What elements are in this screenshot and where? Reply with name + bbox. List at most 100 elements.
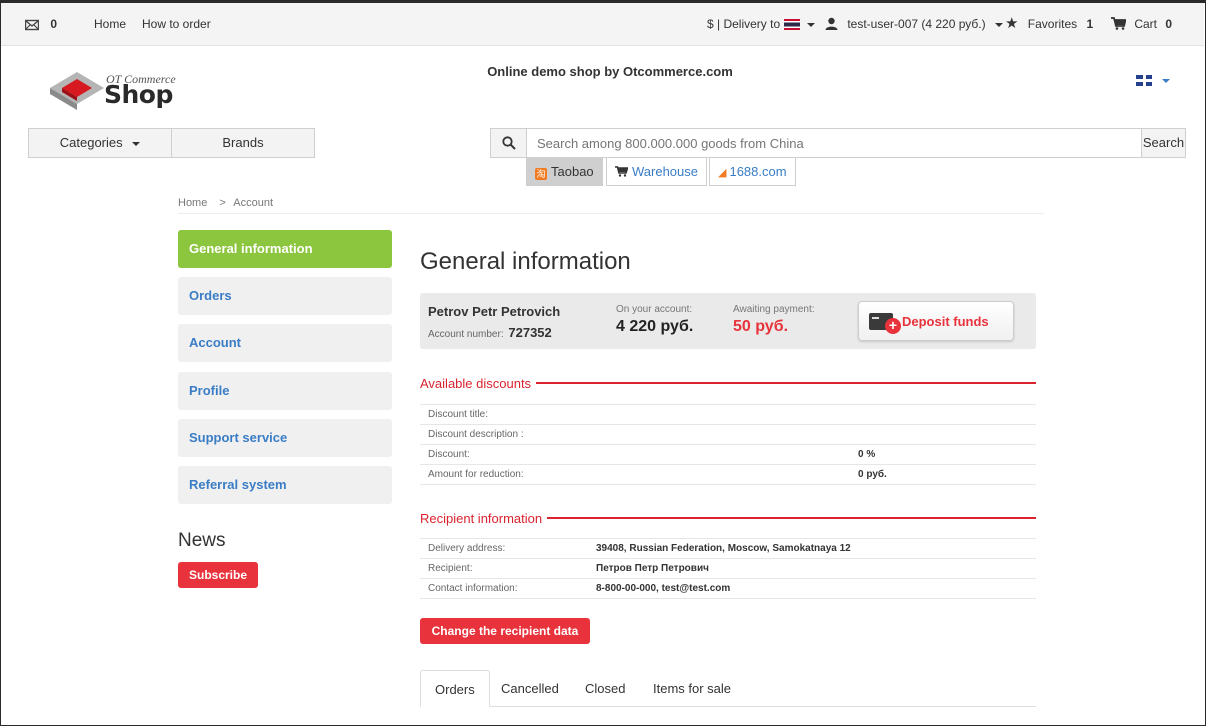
tab-cancelled[interactable]: Cancelled — [487, 670, 573, 707]
favorites-count: 1 — [1086, 17, 1094, 31]
favorites-link[interactable]: ★ Favorites 1 — [1005, 3, 1093, 45]
messages-link[interactable]: 0 — [24, 3, 58, 45]
sidebar-item-orders[interactable]: Orders — [178, 277, 392, 315]
section-title-recipient: Recipient information — [420, 511, 543, 526]
table-row: Contact information: 8-800-00-000, test@… — [420, 578, 1036, 599]
table-row: Discount description : — [420, 424, 1036, 445]
section-divider — [547, 517, 1036, 519]
table-row: Delivery address: 39408, Russian Federat… — [420, 538, 1036, 559]
source-tab-label: 1688.com — [729, 164, 787, 179]
search-icon-box[interactable] — [490, 128, 527, 158]
sidebar-item-general-information[interactable]: General information — [178, 230, 392, 268]
delivery-selector[interactable]: $ | Delivery to — [707, 3, 815, 45]
awaiting-payment-label: Awaiting payment: — [733, 304, 815, 315]
source-tab-label: Taobao — [551, 164, 594, 179]
search-bar: Search — [490, 128, 1186, 158]
row-label: Discount title: — [420, 404, 850, 425]
balance-value: 4 220 руб. — [616, 318, 694, 335]
tab-closed[interactable]: Closed — [571, 670, 639, 707]
delivery-label: $ | Delivery to — [707, 17, 781, 31]
categories-label: Categories — [59, 135, 123, 150]
top-bar: 0 Home How to order $ | Delivery to test… — [1, 3, 1204, 46]
chevron-down-icon — [806, 22, 815, 27]
recipient-table: Delivery address: 39408, Russian Federat… — [420, 538, 1036, 599]
section-divider — [536, 382, 1036, 384]
uk-flag-icon — [1136, 75, 1152, 87]
chevron-down-icon — [994, 22, 1003, 27]
sidebar-item-account[interactable]: Account — [178, 324, 392, 362]
row-label: Discount description : — [420, 424, 850, 445]
breadcrumb-current: Account — [233, 197, 274, 209]
change-recipient-button[interactable]: Change the recipient data — [420, 618, 590, 644]
awaiting-payment-value: 50 руб. — [733, 318, 789, 335]
chevron-down-icon — [132, 141, 141, 146]
breadcrumb-divider — [178, 213, 1044, 214]
envelope-icon — [24, 19, 40, 31]
thailand-flag-icon — [783, 19, 800, 31]
home-link[interactable]: Home — [94, 3, 126, 45]
breadcrumb: Home > Account — [178, 197, 273, 209]
user-icon — [825, 17, 838, 30]
row-value: 39408, Russian Federation, Moscow, Samok… — [588, 538, 1036, 559]
account-number-row: Account number: 727352 — [428, 325, 552, 340]
chevron-down-icon — [1162, 78, 1171, 83]
1688-icon: ◢ — [718, 167, 727, 179]
search-icon — [502, 136, 516, 150]
categories-button[interactable]: Categories — [28, 128, 172, 158]
account-number: 727352 — [508, 325, 552, 340]
how-to-order-link[interactable]: How to order — [142, 3, 211, 45]
language-selector[interactable] — [1136, 74, 1171, 88]
deposit-funds-label: Deposit funds — [902, 314, 989, 329]
news-title: News — [178, 530, 226, 551]
row-label: Discount: — [420, 444, 850, 465]
table-row: Amount for reduction: 0 руб. — [420, 464, 1036, 485]
search-button[interactable]: Search — [1141, 128, 1186, 158]
balance-label: On your account: — [616, 304, 693, 315]
cart-link[interactable]: Cart 0 — [1111, 3, 1172, 45]
tab-items-for-sale[interactable]: Items for sale — [639, 670, 745, 707]
table-row: Discount title: — [420, 404, 1036, 425]
source-tab-warehouse[interactable]: Warehouse — [606, 158, 707, 186]
row-value: 0 % — [850, 444, 1036, 465]
sidebar-item-profile[interactable]: Profile — [178, 372, 392, 410]
cart-count: 0 — [1165, 17, 1173, 31]
sidebar-item-referral-system[interactable]: Referral system — [178, 466, 392, 504]
breadcrumb-separator: > — [219, 197, 226, 209]
cart-icon — [1111, 17, 1127, 30]
tab-orders[interactable]: Orders — [420, 670, 490, 707]
favorites-label: Favorites — [1027, 17, 1078, 31]
row-label: Contact information: — [420, 578, 588, 599]
star-icon: ★ — [1005, 15, 1019, 32]
site-tagline: Online demo shop by Otcommerce.com — [487, 64, 733, 79]
source-tab-taobao[interactable]: 淘 Taobao — [526, 158, 603, 186]
deposit-funds-button[interactable]: + Deposit funds — [858, 301, 1014, 341]
row-label: Amount for reduction: — [420, 464, 850, 485]
discounts-table: Discount title: Discount description : D… — [420, 404, 1036, 485]
row-value — [850, 424, 1036, 445]
row-value: 8-800-00-000, test@test.com — [588, 578, 1036, 599]
breadcrumb-home[interactable]: Home — [178, 197, 207, 209]
logo-diamond-icon — [50, 72, 104, 110]
source-tab-label: Warehouse — [632, 164, 698, 179]
row-value — [850, 404, 1036, 425]
search-input[interactable] — [526, 128, 1142, 158]
plus-circle-icon: + — [885, 318, 901, 334]
section-title-discounts: Available discounts — [420, 376, 532, 391]
page-title: General information — [420, 248, 631, 275]
site-logo[interactable]: OT Commerce Shop — [46, 64, 206, 114]
row-label: Recipient: — [420, 558, 588, 579]
source-tab-1688[interactable]: ◢ 1688.com — [709, 158, 796, 186]
row-label: Delivery address: — [420, 538, 588, 559]
user-menu[interactable]: test-user-007 (4 220 руб.) — [825, 3, 1003, 45]
account-number-label: Account number: — [428, 329, 504, 340]
sidebar-item-support-service[interactable]: Support service — [178, 419, 392, 457]
brands-label: Brands — [222, 135, 264, 150]
account-summary: Petrov Petr Petrovich Account number: 72… — [420, 293, 1036, 349]
messages-count: 0 — [50, 17, 58, 31]
warehouse-cart-icon — [615, 166, 629, 177]
taobao-icon: 淘 — [535, 168, 547, 180]
brands-button[interactable]: Brands — [171, 128, 315, 158]
subscribe-button[interactable]: Subscribe — [178, 562, 258, 588]
table-row: Discount: 0 % — [420, 444, 1036, 465]
row-value: Петров Петр Петрович — [588, 558, 1036, 579]
